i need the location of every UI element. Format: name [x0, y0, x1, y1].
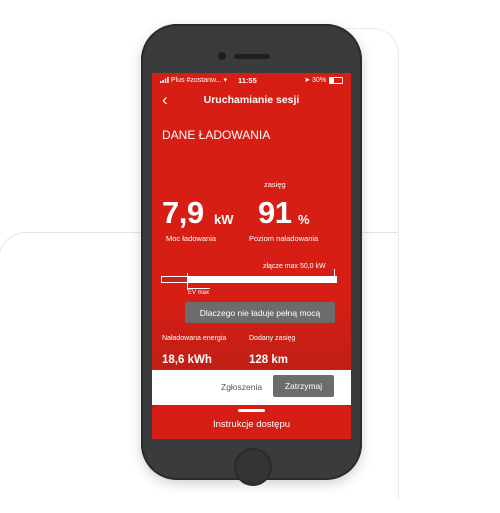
ev-max-label: EV max — [188, 288, 210, 296]
energy-value: 18,6 kWh — [162, 354, 212, 366]
nav-bar: ‹ Uruchamianie sesji — [152, 88, 351, 114]
why-not-full-power-button[interactable]: Dlaczego nie ładuje pełną mocą — [185, 302, 335, 323]
energy-label: Naładowana energia — [162, 335, 227, 342]
section-title: DANE ŁADOWANIA — [162, 128, 271, 142]
charge-level-unit: % — [298, 212, 310, 227]
status-bar: Plus #zostanw... ▾ 11:55 ➤ 30% — [152, 73, 351, 88]
camera — [218, 52, 226, 60]
range-header: zasięg — [264, 180, 286, 189]
power-value: 7,9 — [162, 195, 204, 230]
power-bar-fill — [162, 277, 189, 282]
carrier-label: Plus #zostanw... — [170, 77, 222, 84]
status-time: 11:55 — [238, 76, 257, 85]
charge-level-caption: Poziom naładowania — [249, 234, 319, 243]
speaker — [234, 54, 270, 59]
page-title: Uruchamianie sesji — [203, 94, 300, 106]
signal-icon — [160, 77, 169, 84]
location-arrow-icon: ➤ — [304, 77, 311, 84]
home-button[interactable] — [234, 448, 272, 486]
power-caption: Moc ładowania — [166, 234, 217, 243]
connector-max-label: złącze max 50,0 kW — [263, 263, 326, 270]
battery-percent: 30% — [312, 77, 327, 84]
added-range-value: 128 km — [249, 354, 289, 366]
stop-button[interactable]: Zatrzymaj — [273, 375, 334, 397]
phone-frame: Plus #zostanw... ▾ 11:55 ➤ 30% ‹ Urucham… — [141, 24, 362, 486]
added-range-label: Dodany zasięg — [249, 335, 296, 342]
reports-link[interactable]: Zgłoszenia — [221, 382, 262, 392]
wifi-icon: ▾ — [223, 77, 228, 84]
action-bar: Zgłoszenia Zatrzymaj — [152, 370, 351, 405]
screen: Plus #zostanw... ▾ 11:55 ➤ 30% ‹ Urucham… — [152, 73, 351, 439]
sheet-handle[interactable] — [238, 409, 265, 412]
charge-level-value: 91 — [258, 195, 292, 230]
connector-max-marker — [334, 269, 335, 276]
battery-icon — [329, 76, 343, 84]
access-instructions-sheet[interactable]: Instrukcje dostępu — [152, 405, 351, 439]
sheet-title: Instrukcje dostępu — [212, 419, 291, 430]
power-unit: kW — [214, 212, 234, 227]
